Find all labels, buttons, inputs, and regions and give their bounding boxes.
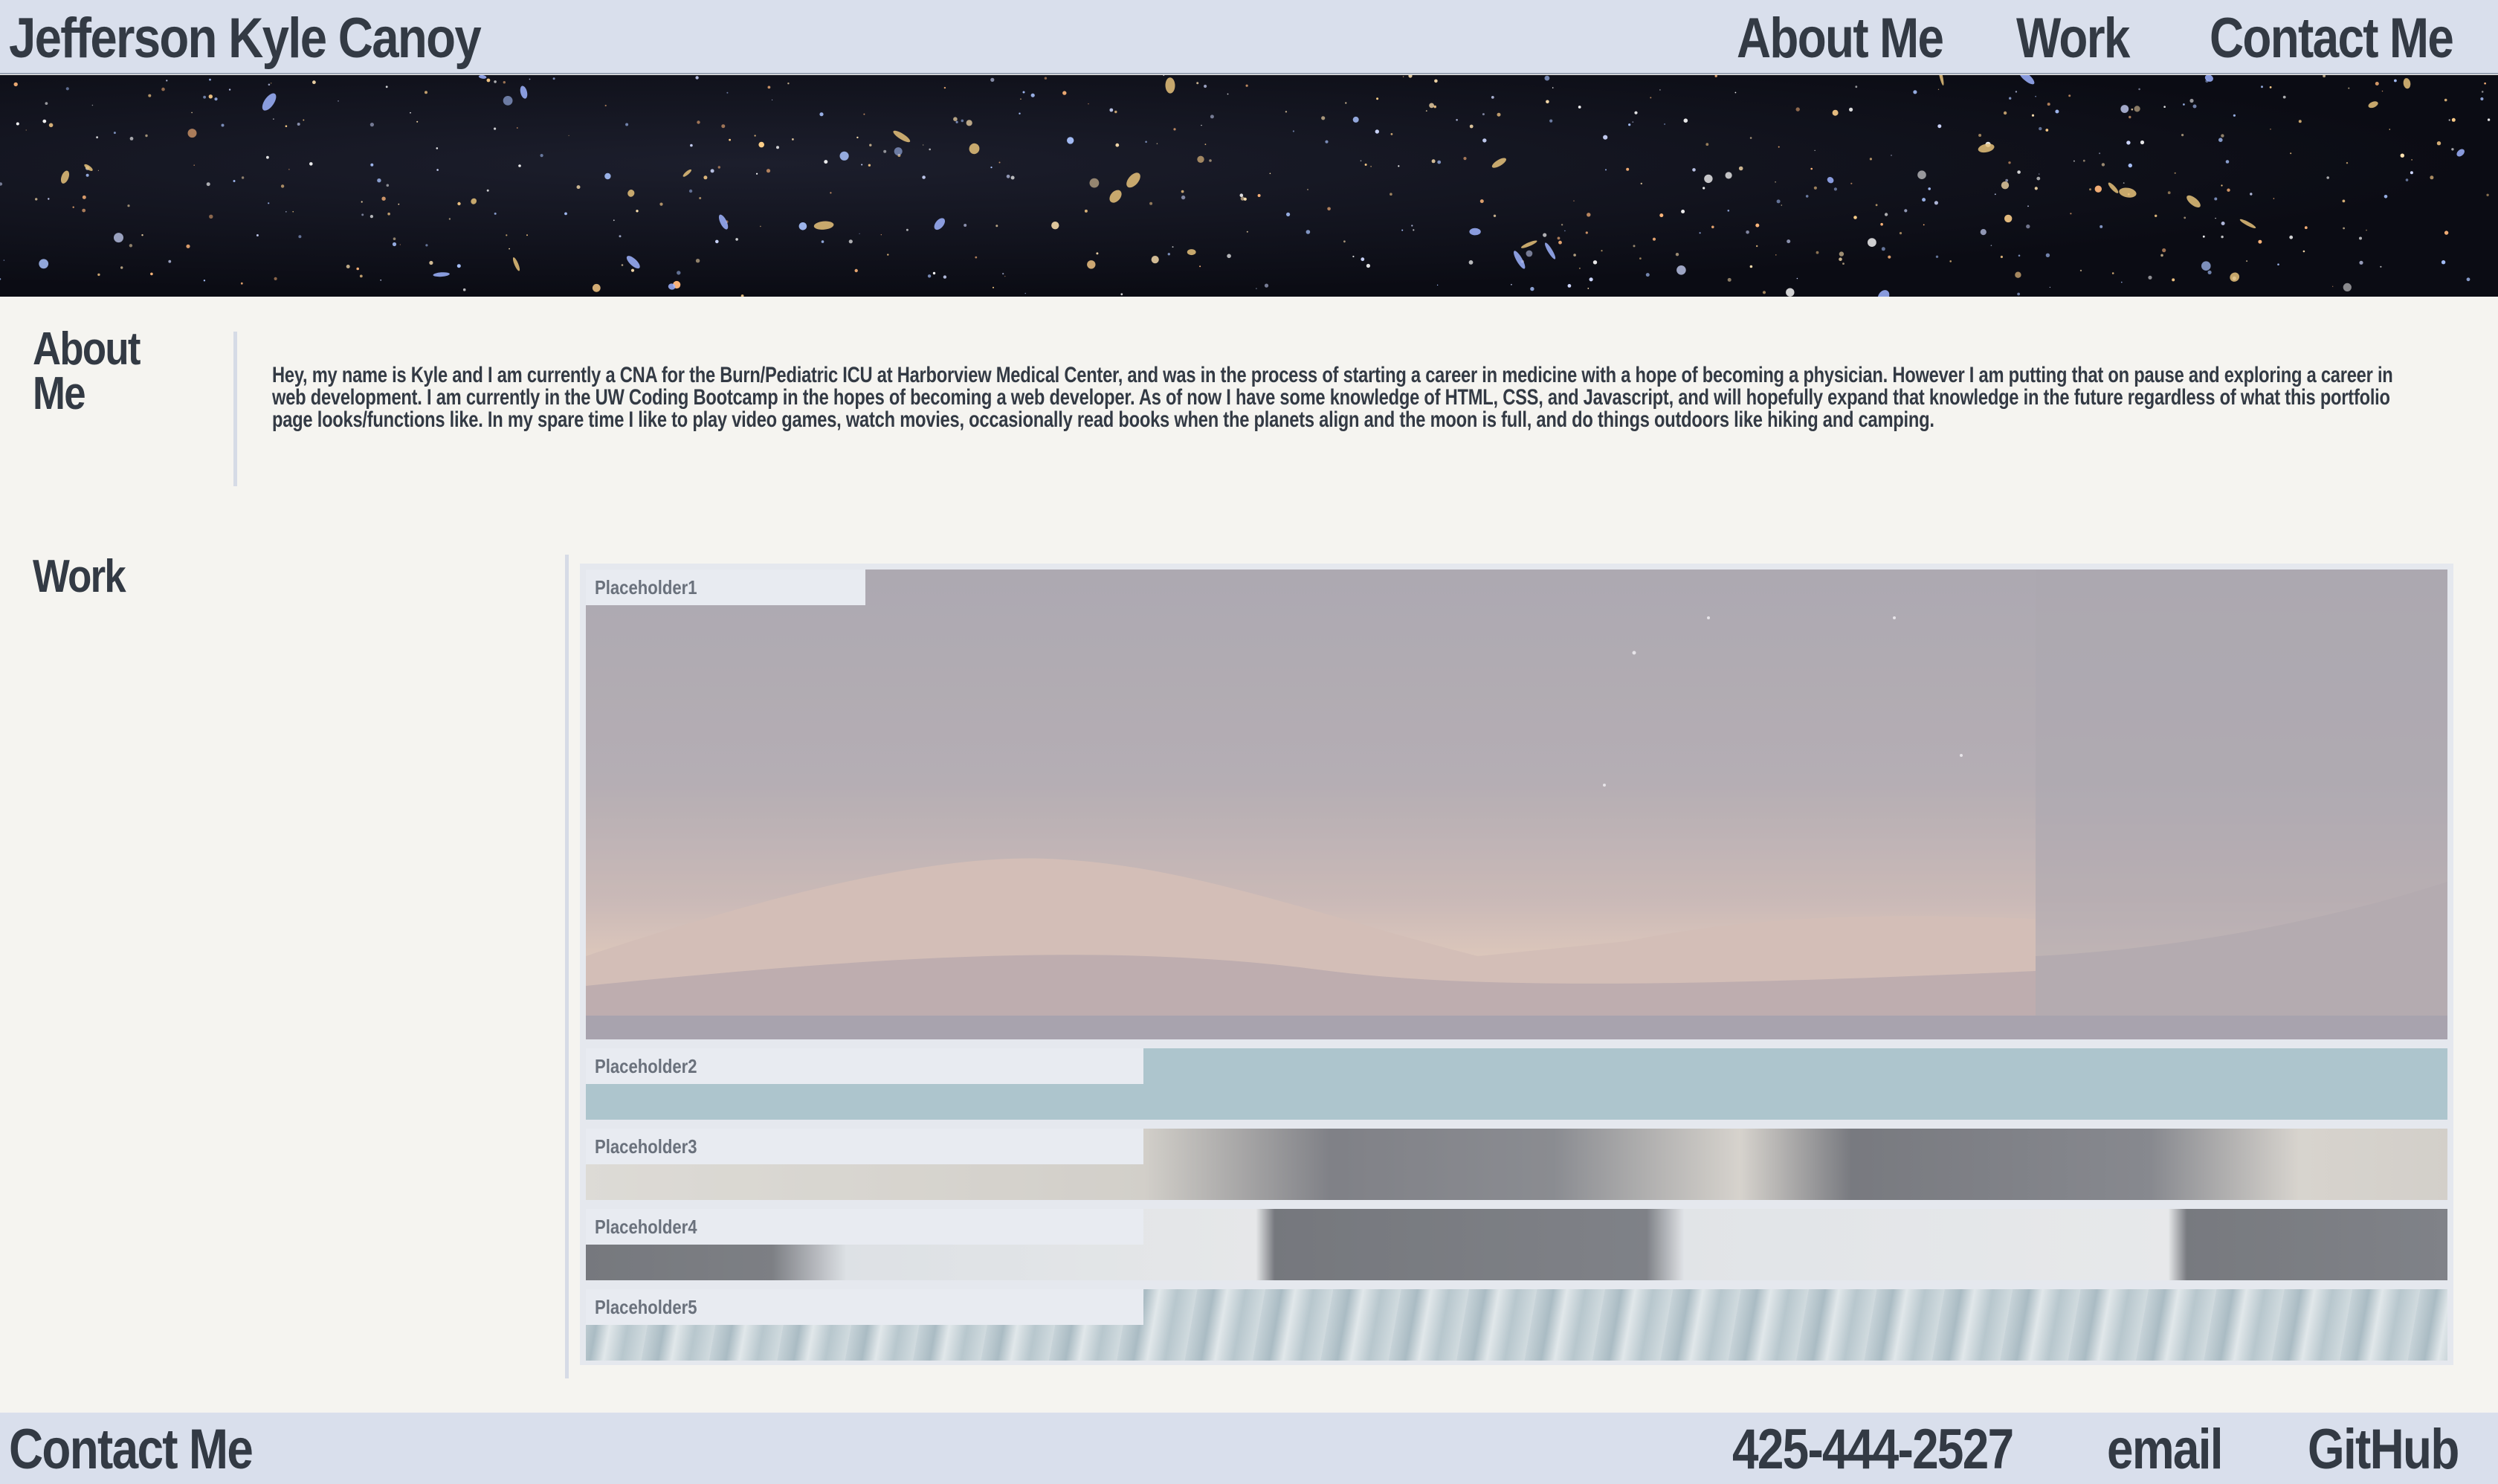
work-tile-5[interactable]: Placeholder5 bbox=[586, 1289, 2447, 1361]
starfield-graphic bbox=[0, 75, 2491, 297]
site-title: Jefferson Kyle Canoy bbox=[9, 7, 482, 70]
tile-label: Placeholder2 bbox=[586, 1048, 1143, 1084]
github-link[interactable]: GitHub bbox=[2308, 1417, 2459, 1482]
work-divider bbox=[565, 555, 569, 1378]
hero-banner-image bbox=[0, 75, 2498, 297]
work-tile-1[interactable]: Placeholder1 bbox=[586, 570, 2447, 1039]
site-footer: Contact Me 425-444-2527 email GitHub bbox=[0, 1413, 2498, 1484]
email-link[interactable]: email bbox=[2107, 1417, 2224, 1482]
work-heading: Work bbox=[33, 551, 126, 602]
footer-title: Contact Me bbox=[9, 1418, 254, 1481]
nav-contact-link[interactable]: Contact Me bbox=[2210, 6, 2454, 71]
about-divider bbox=[233, 332, 237, 486]
work-tile-3[interactable]: Placeholder3 bbox=[586, 1129, 2447, 1200]
tile-overlay bbox=[586, 570, 2447, 1039]
about-heading: About Me bbox=[33, 323, 141, 419]
tile-label: Placeholder5 bbox=[586, 1289, 1143, 1325]
work-tile-2[interactable]: Placeholder2 bbox=[586, 1048, 2447, 1120]
tile-label: Placeholder1 bbox=[586, 570, 865, 605]
work-tile-4[interactable]: Placeholder4 bbox=[586, 1209, 2447, 1280]
work-grid: Placeholder1 Placeholder2 Placeholder3 P… bbox=[580, 564, 2453, 1365]
site-header: Jefferson Kyle Canoy About Me Work Conta… bbox=[0, 0, 2498, 74]
nav-work-link[interactable]: Work bbox=[2016, 6, 2130, 71]
tile-label: Placeholder3 bbox=[586, 1129, 1143, 1164]
tile-label: Placeholder4 bbox=[586, 1209, 1143, 1245]
phone-link[interactable]: 425-444-2527 bbox=[1732, 1417, 2014, 1482]
about-text: Hey, my name is Kyle and I am currently … bbox=[272, 363, 2393, 432]
nav-about-link[interactable]: About Me bbox=[1737, 6, 1944, 71]
